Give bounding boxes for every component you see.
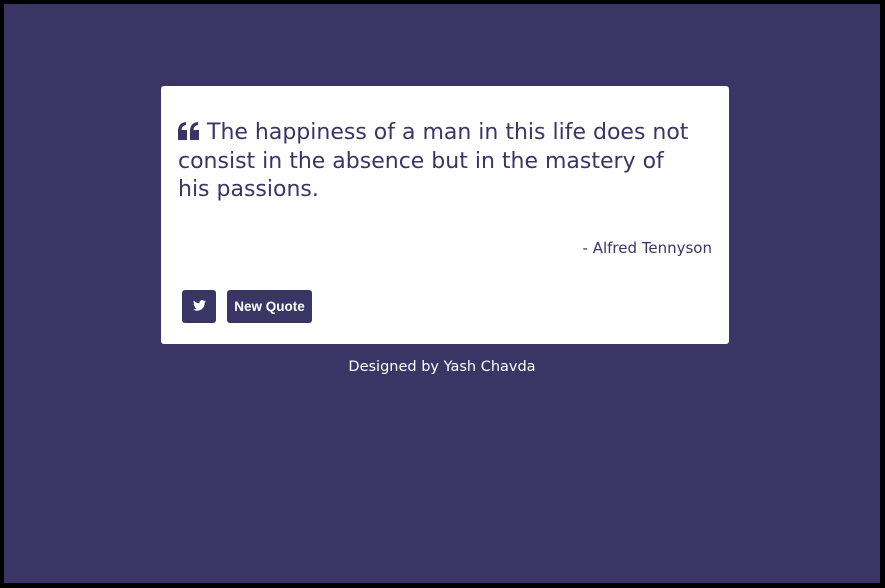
- quote-left-icon: [178, 122, 200, 140]
- page-background: The happiness of a man in this life does…: [4, 4, 880, 583]
- tweet-button[interactable]: [182, 290, 216, 323]
- quote-card: The happiness of a man in this life does…: [161, 86, 729, 344]
- twitter-icon: [192, 299, 206, 314]
- quote-block: The happiness of a man in this life does…: [178, 119, 698, 205]
- quote-author: - Alfred Tennyson: [582, 239, 712, 257]
- quote-text: The happiness of a man in this life does…: [178, 120, 689, 202]
- new-quote-button[interactable]: New Quote: [227, 290, 312, 323]
- footer-credit: Designed by Yash Chavda: [348, 359, 536, 375]
